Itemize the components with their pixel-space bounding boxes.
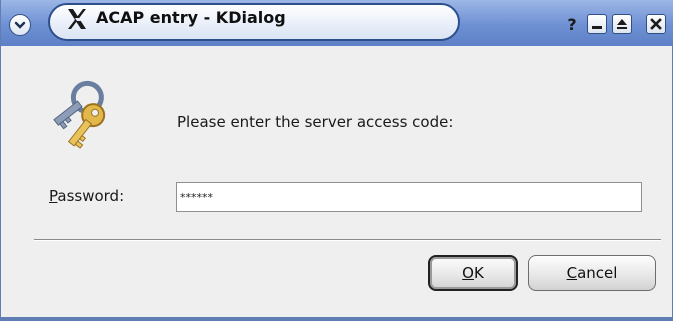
separator [34,239,661,241]
cancel-button[interactable]: Cancel [528,255,656,291]
ok-mnemonic: O [462,264,474,282]
window-title: ACAP entry - KDialog [96,8,286,27]
close-icon [650,18,662,30]
prompt-text: Please enter the server access code: [177,113,454,131]
maximize-button[interactable] [612,14,632,34]
minimize-button[interactable] [587,14,607,34]
cancel-label: ancel [577,264,618,282]
cancel-mnemonic: C [566,264,578,282]
password-label-text: assword: [57,187,125,205]
help-button[interactable]: ? [562,14,582,34]
help-icon: ? [567,14,577,34]
password-input[interactable] [176,182,642,212]
close-button[interactable] [646,14,666,34]
keys-icon [53,80,106,149]
password-label: Password: [49,187,124,205]
minimize-icon [592,26,602,29]
dialog-window: ACAP entry - KDialog ? Please enter the … [0,0,673,321]
x-logo-icon [68,9,86,29]
ok-label: K [473,264,484,282]
ok-button[interactable]: OK [428,255,518,291]
chevron-down-icon [14,21,26,29]
window-menu-button[interactable] [9,14,31,36]
maximize-icon [617,19,627,29]
titlebar[interactable]: ACAP entry - KDialog ? [1,0,673,46]
